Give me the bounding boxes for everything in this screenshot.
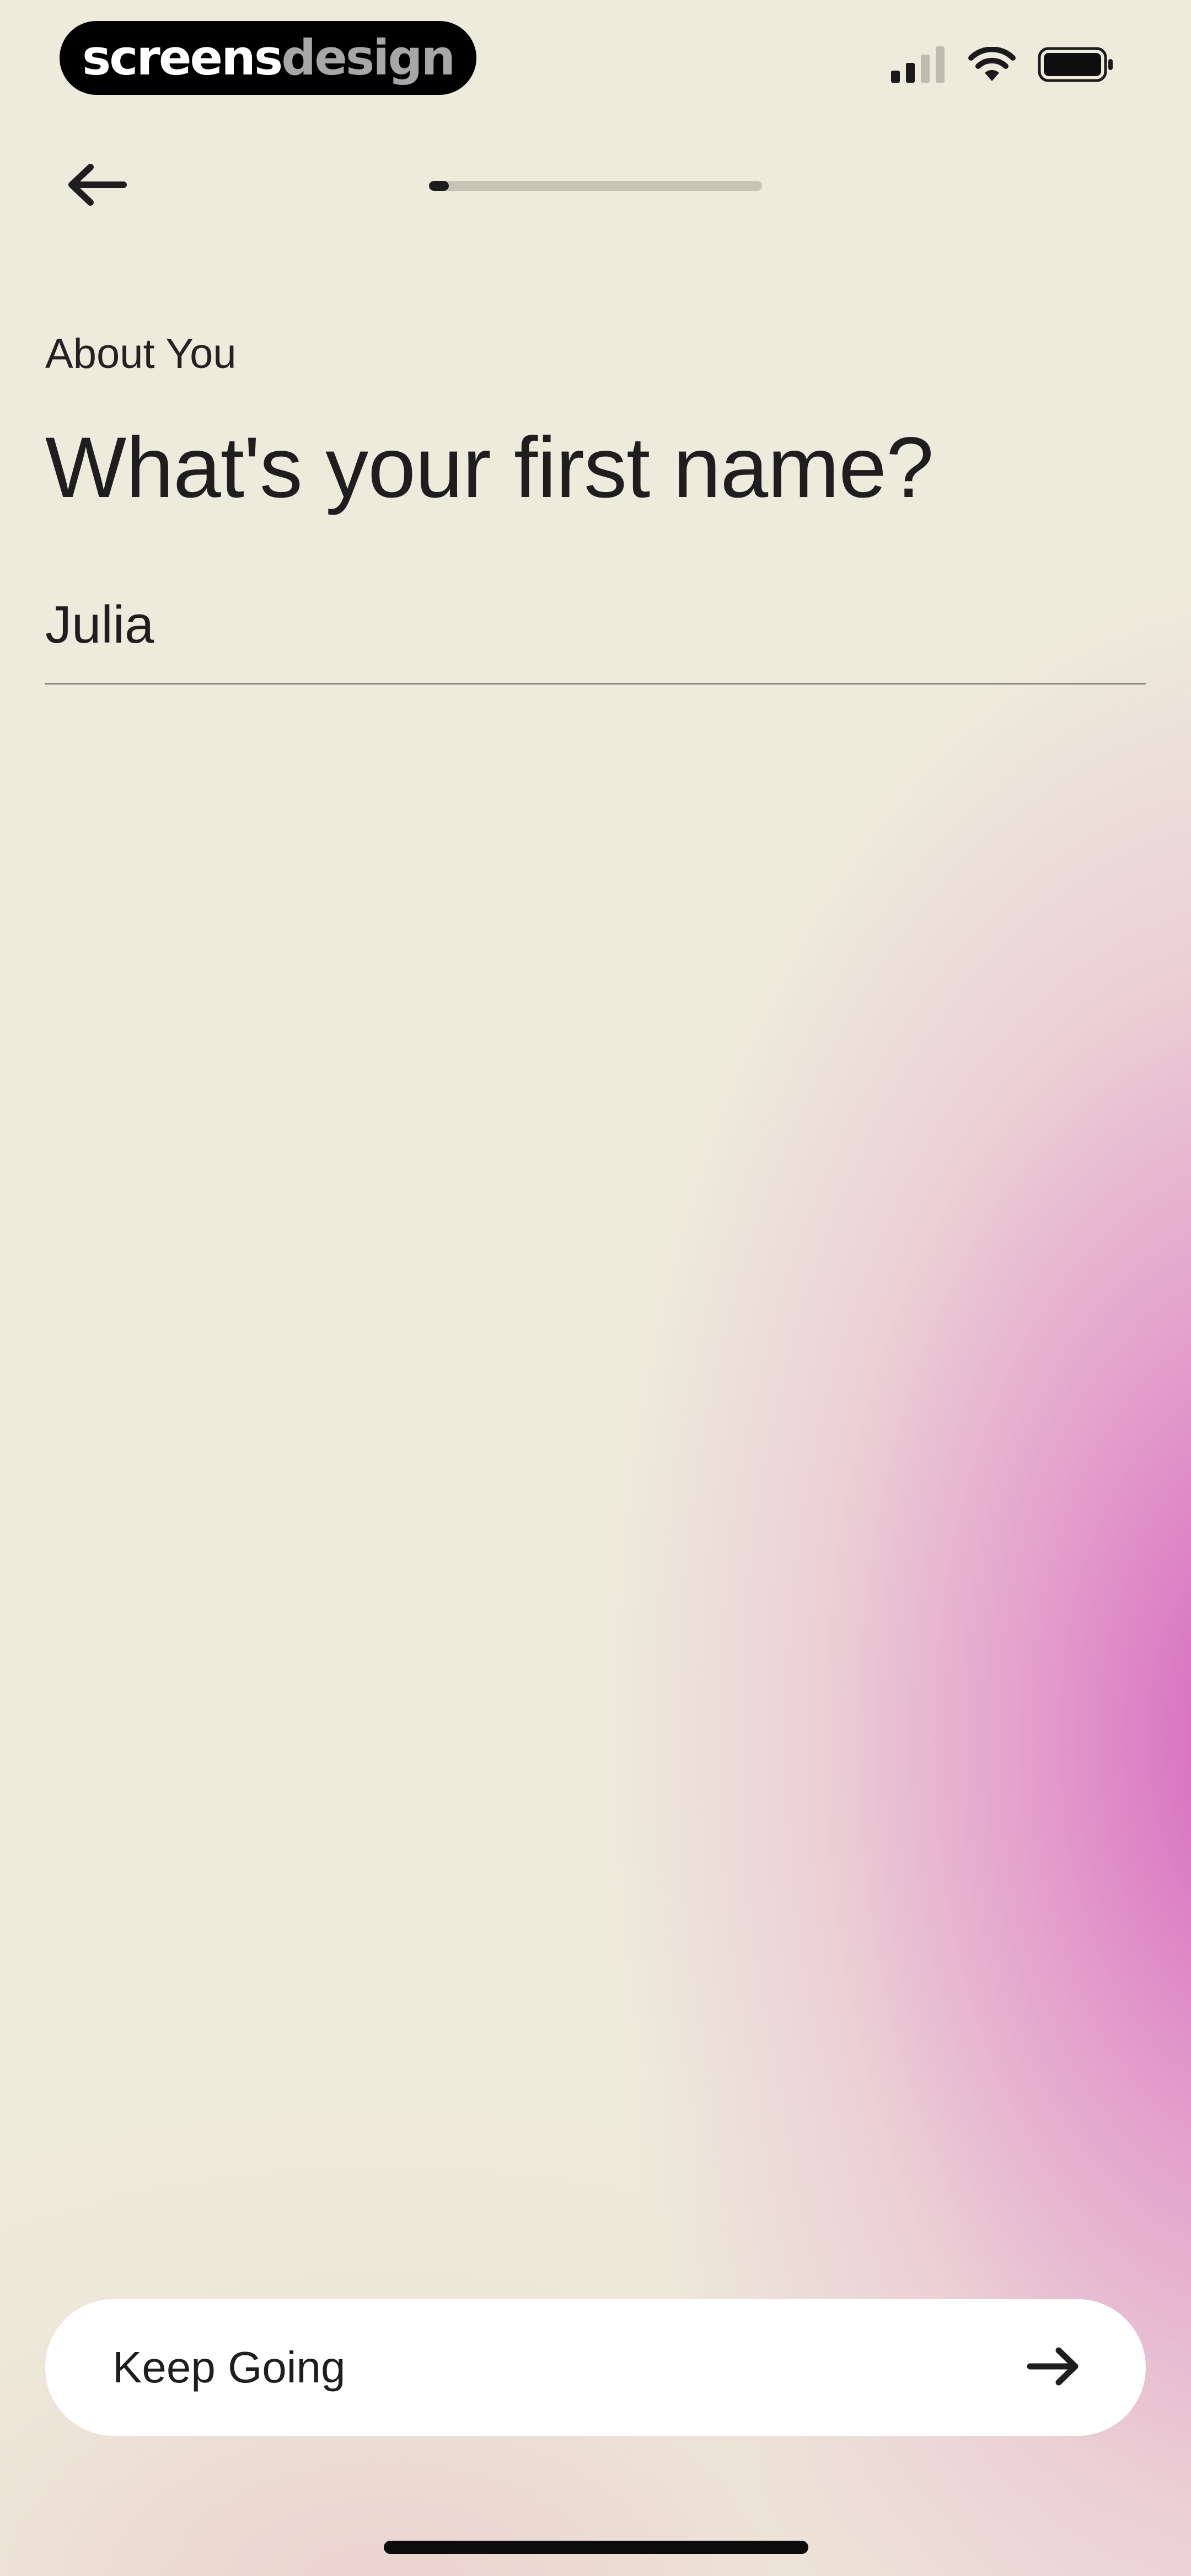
brand-badge: screensdesign	[60, 21, 476, 95]
question-title: What's your first name?	[45, 420, 934, 516]
signal-icon	[891, 46, 946, 83]
keep-going-label: Keep Going	[112, 2343, 346, 2392]
keep-going-button[interactable]: Keep Going	[45, 2299, 1146, 2436]
onboarding-screen: screensdesign About You What's your firs…	[0, 0, 1191, 2576]
arrow-right-icon	[1027, 2346, 1080, 2390]
brand-text-secondary: design	[281, 29, 455, 86]
input-underline	[45, 683, 1146, 685]
wifi-icon	[968, 47, 1016, 82]
progress-fill	[429, 181, 449, 191]
back-button[interactable]	[61, 156, 132, 216]
brand-logo-text: screensdesign	[82, 34, 455, 82]
battery-icon	[1038, 47, 1114, 82]
first-name-input[interactable]	[45, 595, 1146, 655]
status-icons	[891, 45, 1114, 84]
brand-text-primary: screens	[82, 29, 283, 86]
onboarding-progress-bar	[429, 181, 762, 191]
arrow-left-icon	[66, 163, 127, 210]
home-indicator	[384, 2541, 808, 2554]
section-label: About You	[45, 330, 237, 377]
